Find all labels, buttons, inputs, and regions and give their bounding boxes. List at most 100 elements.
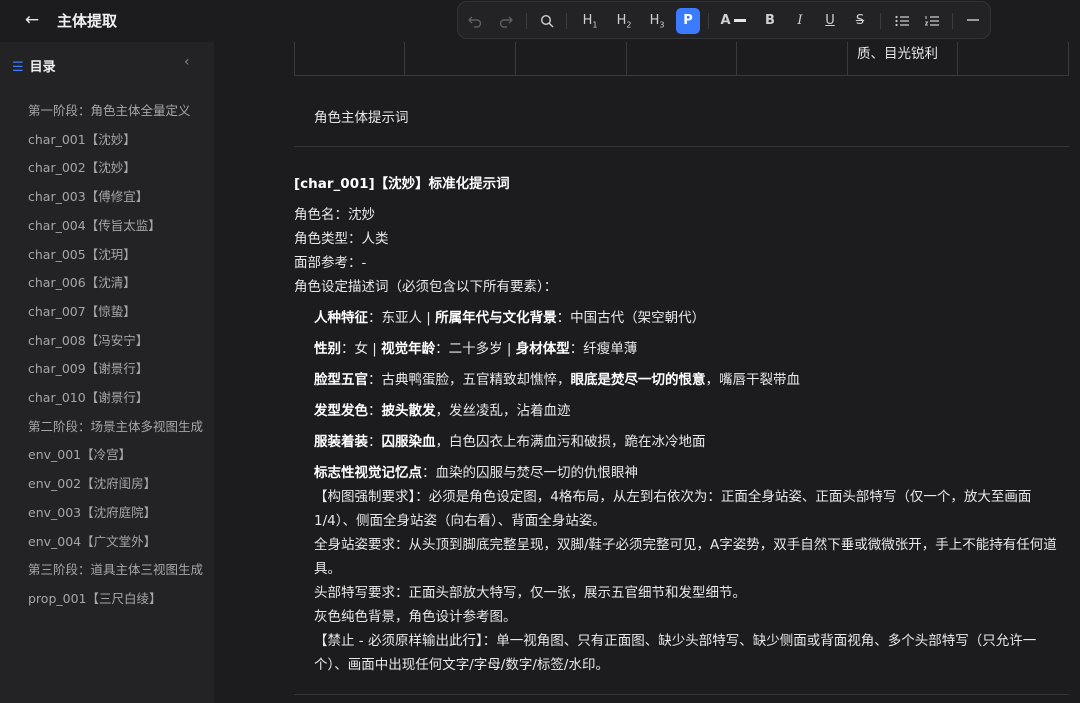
hair-line: 发型发色：披头散发，发丝凌乱，沾着血迹 [314,399,571,419]
heading-1-sub: 1 [592,20,598,30]
table-cell [627,42,737,76]
toc-item[interactable]: char_003【傅修宜】 [28,186,148,205]
race-value: ：东亚人 | [368,310,436,326]
gender-key: 性别 [314,341,341,357]
top-bar: ← 主体提取 H1 H2 H3 P A B I U S [0,0,1080,42]
paragraph-button[interactable]: P [676,8,700,34]
toc-item[interactable]: env_004【广文堂外】 [28,531,156,550]
search-icon[interactable] [535,8,559,34]
prompt-heading: [char_001]【沈妙】标准化提示词 [294,176,510,192]
toc-sidebar: ☰ 目录 ‹ 第一阶段：角色主体全量定义 char_001【沈妙】 char_002【… [0,42,214,703]
toc-item[interactable]: char_005【沈玥】 [28,244,136,263]
toc-title: 目录 [29,60,56,75]
list-icon: ☰ [12,60,24,75]
toolbar-divider [708,13,709,29]
face-ref-line: 面部参考：- [294,255,367,271]
redo-icon[interactable] [494,8,518,34]
table-row [294,42,1069,76]
eye-value: ，嘴唇干裂带血 [705,372,801,388]
horizontal-rule-icon[interactable] [961,8,985,34]
features-value: ：古典鸭蛋脸，五官精致却憔悴， [368,372,571,388]
toolbar-divider [880,13,881,29]
toc-item[interactable]: env_003【沈府庭院】 [28,502,156,521]
gender-value: ：女 | [341,341,382,357]
toc-item[interactable]: prop_001【三尺白绫】 [28,588,162,607]
hair-sep: ： [368,403,382,419]
features-key: 脸型五官 [314,372,368,388]
heading-3-sub: 3 [659,20,665,30]
background-line: 灰色纯色背景，角色设计参考图。 [314,609,517,625]
era-value: ：中国古代（架空朝代） [556,310,706,326]
table-cell [737,42,848,76]
format-toolbar: H1 H2 H3 P A B I U S [457,1,991,39]
toc-item[interactable]: char_004【传旨太监】 [28,215,161,234]
forbidden-line-2: 个）、画面中出现任何文字/字母/数字/标签/水印。 [314,657,609,673]
composition-line-2: 1/4）、侧面全身站姿（向右看）、背面全身站姿。 [314,513,606,529]
clothing-key: 服装着装 [314,434,368,450]
name-line: 角色名：沈妙 [294,207,375,223]
toc-item[interactable]: char_007【惊蛰】 [28,301,136,320]
undo-icon[interactable] [463,8,487,34]
age-key: 视觉年龄 [381,341,436,357]
ordered-list-icon[interactable] [920,8,944,34]
back-arrow-icon[interactable]: ← [20,8,44,32]
table-cell [516,42,627,76]
heading-2-sub: 2 [626,20,632,30]
full-body-line-2: 具。 [314,561,341,577]
toc-item[interactable]: char_006【沈清】 [28,272,136,291]
clothing-bold: 囚服染血 [381,434,436,450]
toolbar-divider [952,13,953,29]
strikethrough-icon[interactable]: S [848,8,872,34]
composition-line-1: 【构图强制要求】：必须是角色设定图，4格布局，从左到右依次为：正面全身站姿、正面… [314,489,1032,505]
text-color-button[interactable]: A [716,8,750,34]
era-key: 所属年代与文化背景 [435,310,557,326]
toc-item[interactable]: env_001【冷宫】 [28,444,131,463]
bullet-list-icon[interactable] [890,8,914,34]
toc-item[interactable]: char_009【谢景行】 [28,358,148,377]
document-area: 质、目光锐利 角色主体提示词 [char_001]【沈妙】标准化提示词 角色名：… [214,42,1080,703]
forbidden-line-1: 【禁止 - 必须原样输出此行】：单一视角图、只有正面图、缺少头部特写、缺少侧面或… [314,633,1037,649]
toc-item[interactable]: env_002【沈府闺房】 [28,473,156,492]
divider [294,146,1069,147]
page-title: 主体提取 [57,12,118,30]
toc-item[interactable]: char_002【沈妙】 [28,157,136,176]
eye-key: 眼底是焚尽一切的恨意 [570,372,706,388]
toc-item[interactable]: 第二阶段：场景主体多视图生成 [28,416,203,435]
clothing-sep: ： [368,434,382,450]
underline-icon[interactable]: U [818,8,842,34]
toc-item[interactable]: char_008【冯安宁】 [28,330,148,349]
heading-1-button[interactable]: H1 [578,8,602,34]
type-line: 角色类型：人类 [294,231,389,247]
clothing-line: 服装着装：囚服染血，白色囚衣上布满血污和破损，跪在冰冷地面 [314,430,706,450]
hair-bold: 披头散发 [381,403,436,419]
table-cell [405,42,516,76]
signature-line: 标志性视觉记忆点：血染的囚服与焚尽一切的仇恨眼神 [314,461,638,481]
toolbar-divider [566,13,567,29]
heading-3-label: H [649,13,660,28]
heading-2-label: H [616,13,627,28]
color-swatch-icon [733,19,746,22]
table-cell [295,42,405,76]
hair-value: ，发丝凌乱，沾着血迹 [435,403,571,419]
toc-header: ☰ 目录 [12,56,56,75]
race-line: 人种特征：东亚人 | 所属年代与文化背景：中国古代（架空朝代） [314,306,705,326]
toc-item[interactable]: 第一阶段：角色主体全量定义 [28,100,191,119]
toc-item[interactable]: char_010【谢景行】 [28,387,148,406]
heading-2-button[interactable]: H2 [612,8,636,34]
bold-icon[interactable]: B [758,8,782,34]
full-body-line-1: 全身站姿要求：从头顶到脚底完整呈现，双脚/鞋子必须完整可见，A字姿势，双手自然下… [314,537,1057,553]
collapse-chevron-icon[interactable]: ‹ [184,54,190,70]
body-value: ：纤瘦单薄 [569,341,638,357]
toc-item[interactable]: 第三阶段：道具主体三视图生成 [28,559,203,578]
hair-key: 发型发色 [314,403,368,419]
desc-line: 角色设定描述词（必须包含以下所有要素）： [294,279,558,295]
table-cell-text: 质、目光锐利 [857,46,938,62]
toc-item[interactable]: char_001【沈妙】 [28,129,136,148]
signature-value: ：血染的囚服与焚尽一切的仇恨眼神 [422,465,638,481]
italic-icon[interactable]: I [788,8,812,34]
signature-key: 标志性视觉记忆点 [314,465,422,481]
divider [294,694,1069,695]
heading-3-button[interactable]: H3 [645,8,669,34]
body-key: 身材体型 [515,341,570,357]
toolbar-divider [526,13,527,29]
